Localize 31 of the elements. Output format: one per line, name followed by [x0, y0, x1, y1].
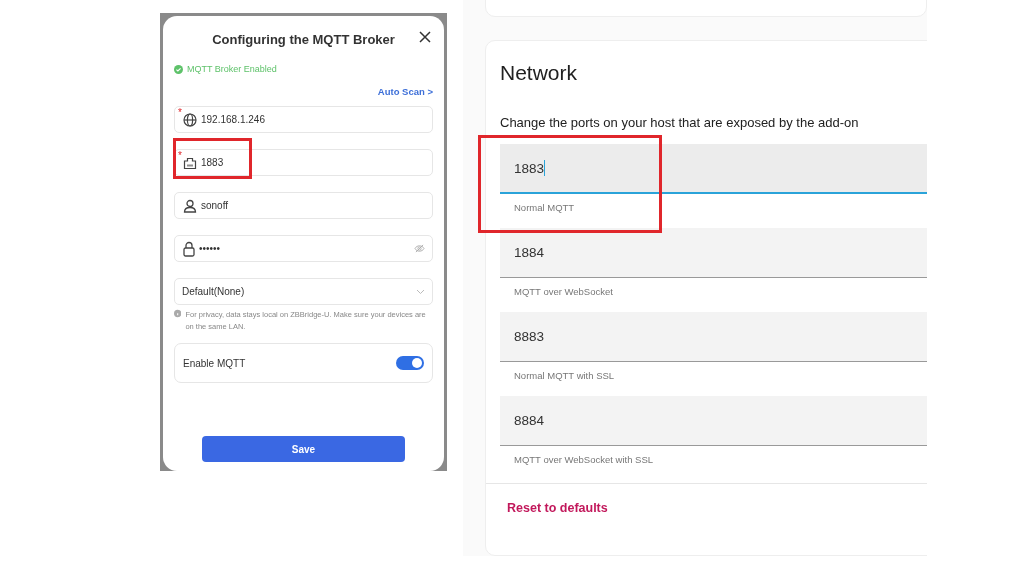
close-icon[interactable]	[419, 31, 431, 43]
reset-link[interactable]: Reset to defaults	[507, 501, 608, 515]
dialog-title: Configuring the MQTT Broker	[212, 31, 395, 47]
dropdown[interactable]: Default(None)	[174, 278, 433, 305]
required-mark: *	[178, 108, 182, 118]
lock-icon	[183, 240, 195, 257]
port-input-field[interactable]: 1883	[500, 144, 927, 194]
helper-text: MQTT over WebSocket	[513, 285, 614, 299]
required-mark: *	[178, 151, 182, 161]
input-field[interactable]: * 192.168.1.246	[174, 106, 433, 133]
ethernet-port-icon	[183, 155, 197, 170]
user-icon	[183, 198, 197, 213]
chevron-down-icon	[416, 288, 425, 295]
helper-text: MQTT over WebSocket with SSL	[513, 453, 655, 467]
helper-text: Normal MQTT	[513, 201, 576, 215]
globe-icon	[183, 112, 197, 127]
section-title: Network	[500, 61, 579, 85]
input-field[interactable]: sonoff	[174, 192, 433, 219]
helper-text: Normal MQTT with SSL	[513, 369, 616, 383]
port-input-field[interactable]: 1884	[500, 228, 927, 278]
auto-scan-link[interactable]: Auto Scan >	[377, 86, 433, 97]
toggle-label: Enable MQTT	[183, 357, 246, 369]
info-icon	[174, 309, 182, 318]
input-field[interactable]: ••••••	[174, 235, 433, 262]
port-input-field[interactable]: 8884	[500, 396, 927, 446]
status-text: MQTT Broker Enabled	[187, 64, 277, 74]
toggle-switch[interactable]	[396, 356, 424, 370]
check-circle-icon	[174, 64, 183, 74]
save-button[interactable]: Save	[202, 436, 405, 462]
port-input-field[interactable]: 8883	[500, 312, 927, 362]
section-description: Change the ports on your host that are exposed by the add-on	[500, 115, 860, 130]
